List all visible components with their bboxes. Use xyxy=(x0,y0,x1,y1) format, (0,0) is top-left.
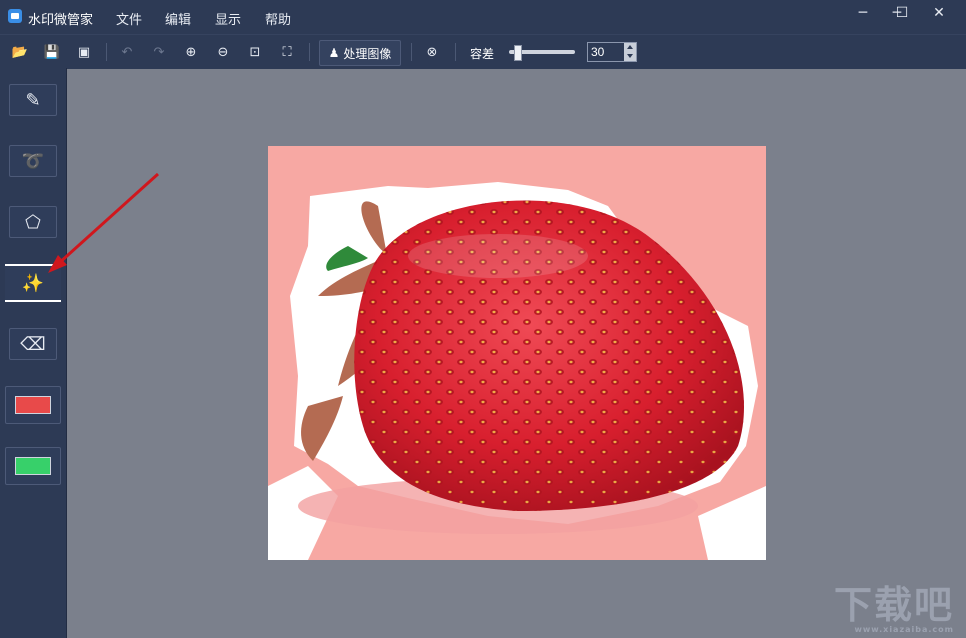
app-title: 水印微管家 xyxy=(28,13,94,28)
undo-icon: ↶ xyxy=(121,44,133,60)
brush-icon: ✎ xyxy=(25,89,41,111)
magic-wand-icon: ✨ xyxy=(21,272,45,294)
tolerance-spinner[interactable] xyxy=(624,43,636,61)
secondary-color-swatch xyxy=(15,457,51,475)
save-as-icon: ▣ xyxy=(77,44,91,60)
close-button[interactable]: ✕ xyxy=(922,0,956,26)
save-as-button[interactable]: ▣ xyxy=(73,41,95,63)
title-bar: 水印微管家 文件 编辑 显示 帮助 ─ ─ ☐ ✕ xyxy=(0,0,966,34)
image-canvas[interactable] xyxy=(268,146,766,560)
open-button[interactable]: 📂 xyxy=(9,41,31,63)
zoom-out-button[interactable]: ⊖ xyxy=(212,41,234,63)
undo-button[interactable]: ↶ xyxy=(116,41,138,63)
save-icon: 💾 xyxy=(43,44,61,60)
magic-wand-tool-button[interactable]: ✨ xyxy=(5,264,61,302)
toolbar-divider xyxy=(411,43,412,61)
clear-circle-icon: ⊗ xyxy=(426,44,438,60)
tolerance-slider[interactable] xyxy=(509,45,575,61)
toolbar-divider xyxy=(455,43,456,61)
zoom-in-button[interactable]: ⊕ xyxy=(180,41,202,63)
maximize-button[interactable]: ☐ xyxy=(884,0,920,26)
menu-file[interactable]: 文件 xyxy=(116,9,142,28)
watermark-text: 下载吧 xyxy=(833,583,954,627)
strawberry-image xyxy=(268,182,766,560)
stamp-icon: ♟ xyxy=(328,46,340,60)
save-button[interactable]: 💾 xyxy=(41,41,63,63)
lasso-icon: ➰ xyxy=(21,150,45,172)
pin-icon: ─ xyxy=(858,5,868,21)
folder-open-icon: 📂 xyxy=(11,44,29,60)
eraser-tool-button[interactable]: ⌫ xyxy=(9,328,57,360)
app-logo-icon xyxy=(8,9,22,23)
pin-button[interactable]: ─ xyxy=(846,0,880,26)
fit-window-button[interactable]: ⛶ xyxy=(276,41,298,63)
close-icon: ✕ xyxy=(933,5,945,21)
polygon-select-tool-button[interactable]: ⬠ xyxy=(9,206,57,238)
tolerance-label: 容差 xyxy=(470,47,495,61)
lasso-tool-button[interactable]: ➰ xyxy=(9,145,57,177)
clear-selection-button[interactable]: ⊗ xyxy=(421,41,443,63)
eraser-icon: ⌫ xyxy=(20,333,46,355)
menu-view[interactable]: 显示 xyxy=(215,9,241,28)
toolbar-divider xyxy=(309,43,310,61)
brush-tool-button[interactable]: ✎ xyxy=(9,84,57,116)
primary-color-button[interactable] xyxy=(5,386,61,424)
fit-window-icon: ⛶ xyxy=(282,44,292,60)
site-watermark: 下载吧 www.xiazaiba.com xyxy=(834,574,954,634)
tool-sidebar: ✎ ➰ ⬠ ✨ ⌫ xyxy=(0,68,67,638)
zoom-out-icon: ⊖ xyxy=(217,44,229,60)
redo-button[interactable]: ↷ xyxy=(148,41,170,63)
zoom-in-icon: ⊕ xyxy=(185,44,197,60)
process-image-label: 处理图像 xyxy=(343,46,392,61)
primary-color-swatch xyxy=(15,396,51,414)
menu-edit[interactable]: 编辑 xyxy=(165,9,191,28)
process-image-button[interactable]: ♟ 处理图像 xyxy=(319,40,401,66)
maximize-icon: ☐ xyxy=(895,5,909,21)
toolbar: 📂 💾 ▣ ↶ ↷ ⊕ ⊖ ⊡ ⛶ ♟ 处理图像 ⊗ 容差 xyxy=(0,34,966,69)
toolbar-divider xyxy=(106,43,107,61)
tolerance-slider-thumb[interactable] xyxy=(513,45,522,61)
secondary-color-button[interactable] xyxy=(5,447,61,485)
redo-icon: ↷ xyxy=(153,44,165,60)
actual-size-icon: ⊡ xyxy=(249,44,261,60)
polygon-select-icon: ⬠ xyxy=(25,211,41,233)
actual-size-button[interactable]: ⊡ xyxy=(244,41,266,63)
menu-help[interactable]: 帮助 xyxy=(265,9,291,28)
